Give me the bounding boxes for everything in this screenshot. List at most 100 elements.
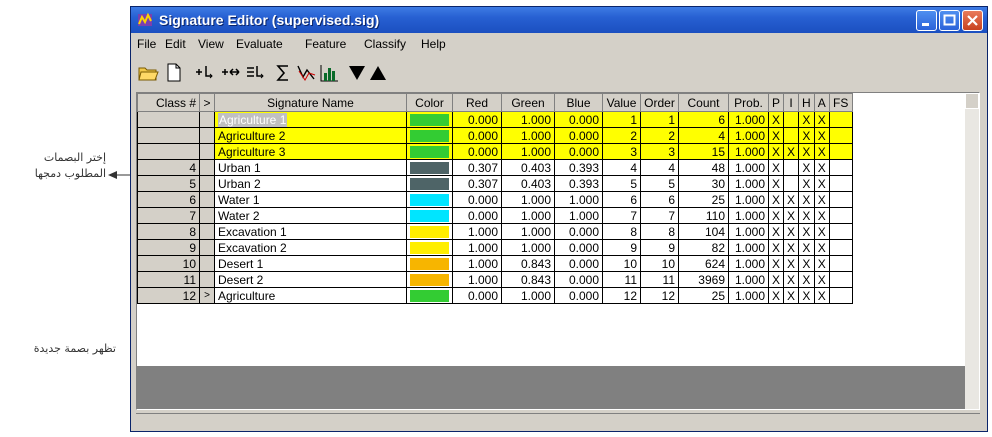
h-flag-cell[interactable]: X — [798, 287, 815, 304]
table-row[interactable]: 7 Water 2 0.000 1.000 1.000 7 7 110 1.000 X X X X — [137, 207, 853, 224]
count-cell[interactable]: 82 — [678, 239, 729, 256]
h-flag-cell[interactable]: X — [798, 111, 815, 128]
table-row[interactable]: 2 Agriculture 2 0.000 1.000 0.000 2 2 4 1.000 X X X — [137, 127, 853, 144]
h-flag-cell[interactable]: X — [798, 223, 815, 240]
a-flag-cell[interactable]: X — [813, 111, 830, 128]
i-flag-cell[interactable]: X — [783, 287, 800, 304]
replace-icon[interactable] — [219, 61, 241, 83]
menu-evaluate[interactable]: Evaluate — [236, 37, 283, 51]
red-cell[interactable]: 0.000 — [452, 111, 502, 128]
row-indicator[interactable] — [199, 191, 215, 208]
header-color[interactable]: Color — [406, 93, 453, 112]
value-cell[interactable]: 3 — [602, 143, 641, 160]
prob-cell[interactable]: 1.000 — [728, 271, 769, 288]
p-flag-cell[interactable]: X — [767, 239, 785, 256]
menu-edit[interactable]: Edit — [165, 37, 186, 51]
add-row-icon[interactable] — [193, 61, 215, 83]
blue-cell[interactable]: 0.000 — [554, 143, 603, 160]
table-row[interactable]: 10 Desert 1 1.000 0.843 0.000 10 10 624 1.000 X X X… — [137, 255, 853, 272]
green-cell[interactable]: 1.000 — [501, 207, 555, 224]
p-flag-cell[interactable]: X — [767, 159, 785, 176]
row-class-number[interactable]: 10 — [137, 255, 200, 272]
h-flag-cell[interactable]: X — [798, 143, 815, 160]
row-indicator[interactable] — [199, 255, 215, 272]
header-red[interactable]: Red — [452, 93, 502, 112]
row-indicator[interactable] — [199, 271, 215, 288]
maximize-button[interactable] — [939, 10, 960, 31]
menu-file[interactable]: File — [137, 37, 156, 51]
count-cell[interactable]: 30 — [678, 175, 729, 192]
a-flag-cell[interactable]: X — [813, 175, 830, 192]
order-cell[interactable]: 6 — [640, 191, 679, 208]
count-cell[interactable]: 104 — [678, 223, 729, 240]
color-cell[interactable] — [406, 159, 453, 176]
signature-name-cell[interactable]: Urban 1 — [214, 159, 407, 176]
blue-cell[interactable]: 0.393 — [554, 159, 603, 176]
p-flag-cell[interactable]: X — [767, 111, 785, 128]
header-prob[interactable]: Prob. — [728, 93, 769, 112]
red-cell[interactable]: 0.307 — [452, 175, 502, 192]
red-cell[interactable]: 1.000 — [452, 223, 502, 240]
signature-name-cell[interactable]: Water 2 — [214, 207, 407, 224]
menu-feature[interactable]: Feature — [305, 37, 346, 51]
green-cell[interactable]: 0.843 — [501, 255, 555, 272]
fs-flag-cell[interactable] — [828, 207, 853, 224]
signature-plot-icon[interactable] — [295, 61, 317, 83]
color-cell[interactable] — [406, 175, 453, 192]
a-flag-cell[interactable]: X — [813, 271, 830, 288]
count-cell[interactable]: 15 — [678, 143, 729, 160]
table-row[interactable]: 4 Urban 1 0.307 0.403 0.393 4 4 48 1.000 X X X — [137, 159, 853, 176]
table-row[interactable]: 11 Desert 2 1.000 0.843 0.000 11 11 3969 1.000 X X… — [137, 271, 853, 288]
value-cell[interactable]: 11 — [602, 271, 641, 288]
a-flag-cell[interactable]: X — [813, 191, 830, 208]
value-cell[interactable]: 2 — [602, 127, 641, 144]
signature-name-cell[interactable]: Excavation 2 — [214, 239, 407, 256]
fs-flag-cell[interactable] — [828, 127, 853, 144]
p-flag-cell[interactable]: X — [767, 143, 785, 160]
row-class-number[interactable]: 3 — [137, 143, 200, 160]
fs-flag-cell[interactable] — [828, 111, 853, 128]
row-class-number[interactable]: 4 — [137, 159, 200, 176]
color-cell[interactable] — [406, 191, 453, 208]
prob-cell[interactable]: 1.000 — [728, 223, 769, 240]
a-flag-cell[interactable]: X — [813, 255, 830, 272]
h-flag-cell[interactable]: X — [798, 127, 815, 144]
order-cell[interactable]: 7 — [640, 207, 679, 224]
color-swatch[interactable] — [410, 289, 449, 302]
h-flag-cell[interactable]: X — [798, 239, 815, 256]
h-flag-cell[interactable]: X — [798, 191, 815, 208]
order-cell[interactable]: 8 — [640, 223, 679, 240]
order-cell[interactable]: 9 — [640, 239, 679, 256]
fs-flag-cell[interactable] — [828, 223, 853, 240]
h-flag-cell[interactable]: X — [798, 271, 815, 288]
count-cell[interactable]: 110 — [678, 207, 729, 224]
count-cell[interactable]: 6 — [678, 111, 729, 128]
vertical-scrollbar[interactable] — [965, 93, 979, 409]
i-flag-cell[interactable] — [783, 111, 800, 128]
menu-view[interactable]: View — [198, 37, 224, 51]
p-flag-cell[interactable]: X — [767, 271, 785, 288]
blue-cell[interactable]: 0.000 — [554, 223, 603, 240]
green-cell[interactable]: 1.000 — [501, 127, 555, 144]
signature-name-cell[interactable]: Excavation 1 — [214, 223, 407, 240]
row-class-number[interactable]: 12 — [137, 287, 200, 304]
header-green[interactable]: Green — [501, 93, 555, 112]
signature-name-cell[interactable]: Agriculture 2 — [214, 127, 407, 144]
row-indicator[interactable] — [199, 175, 215, 192]
green-cell[interactable]: 0.403 — [501, 175, 555, 192]
prob-cell[interactable]: 1.000 — [728, 207, 769, 224]
color-swatch[interactable] — [410, 177, 449, 190]
row-class-number[interactable]: 5 — [137, 175, 200, 192]
header-value[interactable]: Value — [602, 93, 641, 112]
i-flag-cell[interactable]: X — [783, 223, 800, 240]
row-indicator[interactable] — [199, 127, 215, 144]
prob-cell[interactable]: 1.000 — [728, 255, 769, 272]
row-class-number[interactable]: 1 — [137, 111, 200, 128]
prob-cell[interactable]: 1.000 — [728, 239, 769, 256]
header-a[interactable]: A — [813, 93, 830, 112]
i-flag-cell[interactable]: X — [783, 207, 800, 224]
p-flag-cell[interactable]: X — [767, 191, 785, 208]
title-bar[interactable]: Signature Editor (supervised.sig) — [131, 7, 987, 33]
h-flag-cell[interactable]: X — [798, 175, 815, 192]
a-flag-cell[interactable]: X — [813, 127, 830, 144]
